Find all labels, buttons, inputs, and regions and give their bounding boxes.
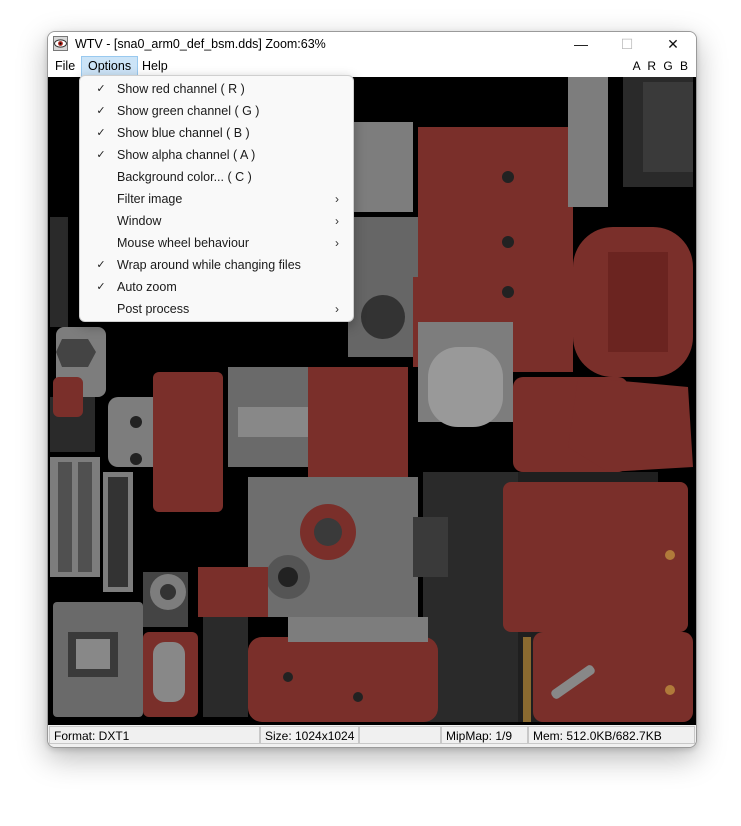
menu-item-filter-image[interactable]: Filter image ›: [84, 188, 349, 210]
menu-item-mouse-wheel[interactable]: Mouse wheel behaviour ›: [84, 232, 349, 254]
chevron-right-icon: ›: [335, 302, 339, 316]
menu-options[interactable]: Options: [81, 56, 139, 77]
menu-item-window[interactable]: Window ›: [84, 210, 349, 232]
check-icon: ✓: [96, 281, 106, 293]
menu-item-show-blue[interactable]: ✓ Show blue channel ( B ): [84, 122, 349, 144]
menu-item-show-alpha[interactable]: ✓ Show alpha channel ( A ): [84, 144, 349, 166]
menu-item-auto-zoom[interactable]: ✓ Auto zoom: [84, 276, 349, 298]
status-format: Format: DXT1: [49, 726, 260, 744]
window-title: WTV - [sna0_arm0_def_bsm.dds] Zoom:63%: [75, 37, 326, 51]
menu-file[interactable]: File: [49, 56, 81, 77]
maximize-button[interactable]: ☐: [604, 32, 650, 56]
menu-item-wrap-around[interactable]: ✓ Wrap around while changing files: [84, 254, 349, 276]
status-mipmap: MipMap: 1/9: [441, 726, 528, 744]
menu-help[interactable]: Help: [136, 56, 174, 77]
chevron-right-icon: ›: [335, 214, 339, 228]
channel-indicator: A R G B: [632, 59, 690, 73]
menu-bar: File Options Help A R G B: [48, 56, 696, 77]
status-memory: Mem: 512.0KB/682.7KB: [528, 726, 695, 744]
status-bar: Format: DXT1 Size: 1024x1024 MipMap: 1/9…: [48, 725, 696, 747]
chevron-right-icon: ›: [335, 236, 339, 250]
check-icon: ✓: [96, 259, 106, 271]
check-icon: ✓: [96, 105, 106, 117]
status-empty: [359, 726, 441, 744]
minimize-button[interactable]: —: [558, 32, 604, 56]
close-button[interactable]: ✕: [650, 32, 696, 56]
check-icon: ✓: [96, 83, 106, 95]
chevron-right-icon: ›: [335, 192, 339, 206]
options-dropdown-menu: ✓ Show red channel ( R ) ✓ Show green ch…: [79, 75, 354, 322]
menu-item-background-color[interactable]: Background color... ( C ): [84, 166, 349, 188]
menu-item-show-red[interactable]: ✓ Show red channel ( R ): [84, 78, 349, 100]
status-size: Size: 1024x1024: [260, 726, 359, 744]
menu-item-show-green[interactable]: ✓ Show green channel ( G ): [84, 100, 349, 122]
menu-item-post-process[interactable]: Post process ›: [84, 298, 349, 320]
check-icon: ✓: [96, 149, 106, 161]
title-bar[interactable]: WTV - [sna0_arm0_def_bsm.dds] Zoom:63% —…: [48, 32, 696, 56]
check-icon: ✓: [96, 127, 106, 139]
wtv-eye-icon: [53, 36, 68, 51]
